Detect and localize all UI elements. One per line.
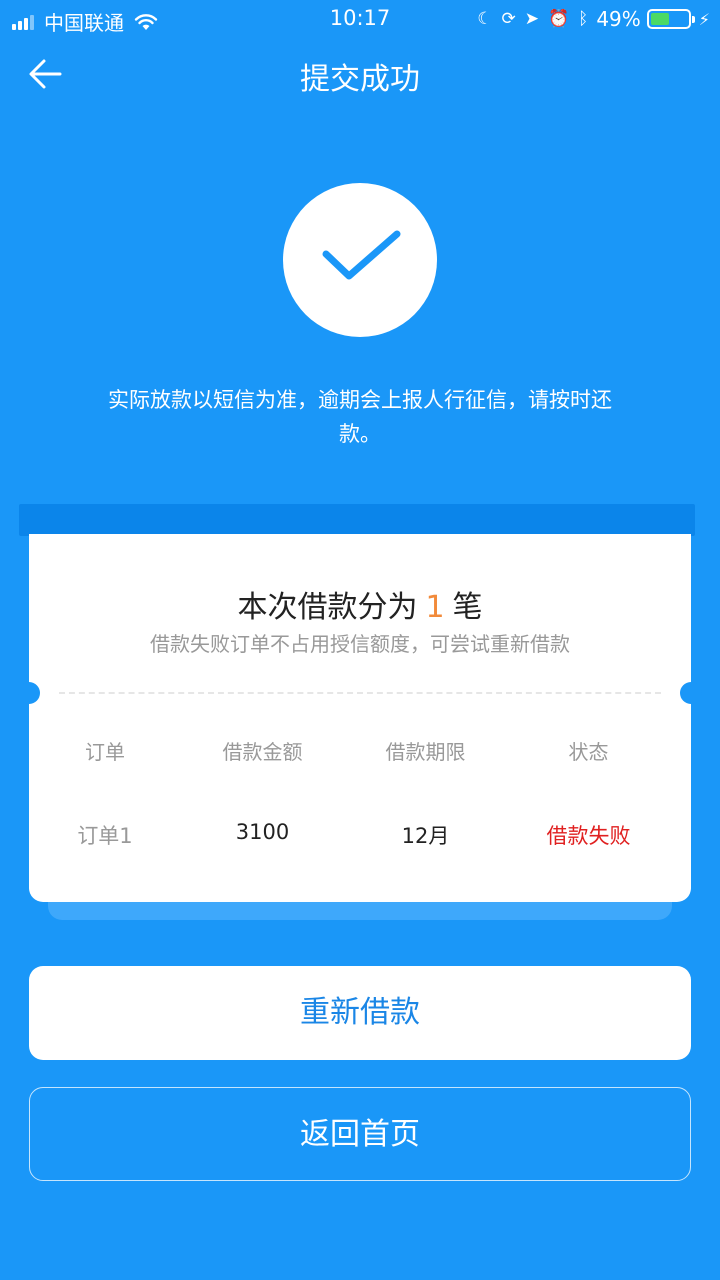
back-home-button[interactable]: 返回首页 bbox=[29, 1087, 691, 1181]
rotation-lock-icon: ⟳ bbox=[501, 9, 516, 29]
card-title-suffix: 笔 bbox=[452, 590, 483, 625]
card-title: 本次借款分为 1 笔 bbox=[29, 582, 691, 626]
status-badge: 借款失败 bbox=[546, 824, 631, 848]
card-slot bbox=[19, 504, 695, 536]
card-notch-right bbox=[680, 682, 702, 704]
checkmark-icon bbox=[322, 230, 401, 280]
order-name: 订单1 bbox=[77, 824, 133, 848]
status-bar: 中国联通 10:17 ☾ ⟳ ➤ ⏰ ᛒ 49% ⚡ bbox=[0, 0, 720, 40]
card-subtitle: 借款失败订单不占用授信额度，可尝试重新借款 bbox=[150, 632, 570, 656]
battery-percent: 49% bbox=[596, 7, 641, 31]
alarm-icon: ⏰ bbox=[547, 9, 570, 29]
column-header-amount: 借款金额 bbox=[222, 740, 303, 764]
retry-loan-button[interactable]: 重新借款 bbox=[29, 966, 691, 1060]
column-header-order: 订单 bbox=[85, 740, 125, 764]
repayment-notice: 实际放款以短信为准，逾期会上报人行征信，请按时还款。 bbox=[108, 388, 612, 446]
column-header-term: 借款期限 bbox=[385, 740, 466, 764]
bluetooth-icon: ᛒ bbox=[578, 9, 589, 29]
loan-amount: 3100 bbox=[235, 820, 290, 844]
loan-term: 12月 bbox=[401, 824, 450, 848]
moon-icon: ☾ bbox=[477, 9, 493, 29]
card-title-prefix: 本次借款分为 bbox=[237, 590, 418, 625]
dashed-divider bbox=[59, 692, 661, 694]
page-title: 提交成功 bbox=[300, 62, 420, 97]
table-row: 订单1 3100 12月 借款失败 bbox=[29, 820, 691, 850]
location-icon: ➤ bbox=[524, 9, 539, 29]
loan-count: 1 bbox=[425, 590, 445, 625]
battery-icon bbox=[646, 9, 695, 29]
card-notch-left bbox=[18, 682, 40, 704]
charging-icon: ⚡ bbox=[698, 9, 710, 29]
success-badge bbox=[283, 183, 437, 337]
loan-result-card: 本次借款分为 1 笔 借款失败订单不占用授信额度，可尝试重新借款 订单 借款金额 借… bbox=[18, 534, 702, 902]
column-header-status: 状态 bbox=[568, 740, 609, 764]
table-header: 订单 借款金额 借款期限 状态 bbox=[29, 736, 691, 765]
